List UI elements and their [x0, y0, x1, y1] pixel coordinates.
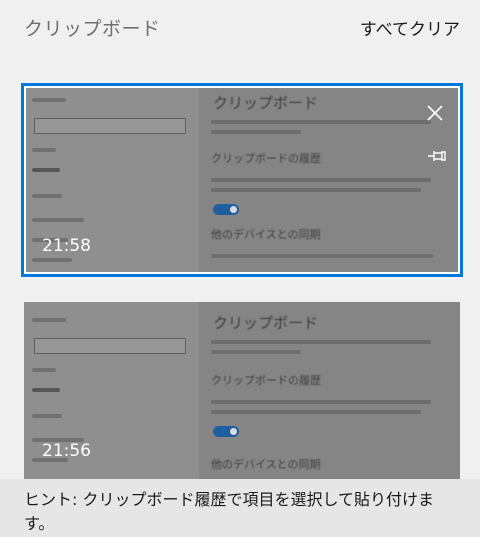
hint-text: ヒント: クリップボード履歴で項目を選択して貼り付けます。	[24, 490, 434, 533]
clipboard-item[interactable]: クリップボード クリップボードの履歴 他のデバイスとの同期 21:56	[24, 302, 460, 479]
screenshot-title: クリップボード	[213, 314, 319, 332]
clear-all-button[interactable]: すべてクリア	[360, 15, 460, 40]
item-timestamp: 21:56	[42, 441, 91, 461]
hint-footer: ヒント: クリップボード履歴で項目を選択して貼り付けます。	[0, 479, 480, 537]
screenshot-section-sync: 他のデバイスとの同期	[211, 458, 321, 471]
screenshot-toggle	[213, 426, 239, 437]
screenshot-content-pane: クリップボード クリップボードの履歴 他のデバイスとの同期	[199, 302, 460, 479]
panel-title: クリップボード	[24, 18, 161, 40]
screenshot-search-box	[34, 338, 186, 354]
pin-icon[interactable]	[426, 148, 448, 164]
screenshot-section-history: クリップボードの履歴	[211, 374, 321, 387]
clipboard-item[interactable]: クリップボード クリップボードの履歴 他のデバイスとの同期 21:58	[21, 83, 463, 277]
item-timestamp: 21:58	[42, 236, 91, 256]
close-icon[interactable]	[424, 102, 446, 124]
clipboard-history-list[interactable]: クリップボード クリップボードの履歴 他のデバイスとの同期 21:58 クリップ…	[0, 56, 480, 479]
clipboard-header: クリップボード すべてクリア	[0, 0, 480, 56]
